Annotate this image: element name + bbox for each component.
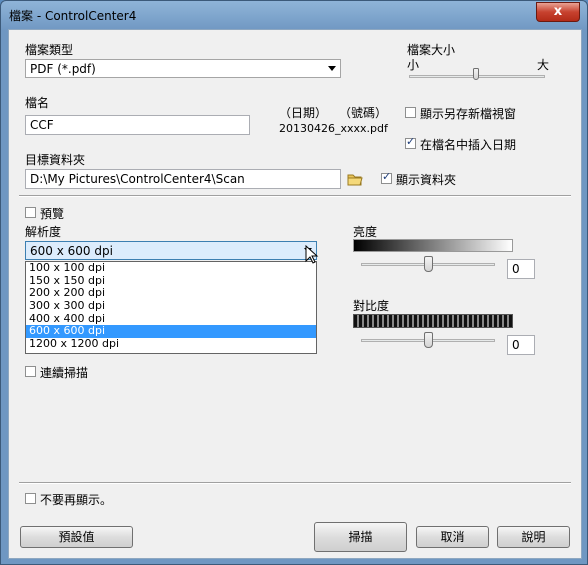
dest-folder-input[interactable]: D:\My Pictures\ControlCenter4\Scan <box>25 169 341 189</box>
continuous-scan-checkbox[interactable] <box>25 366 36 377</box>
continuous-scan-label: 連續掃描 <box>40 366 89 380</box>
dont-show-again-checkbox[interactable] <box>25 493 36 504</box>
show-folder-label: 顯示資料夾 <box>396 173 457 187</box>
file-size-slider-thumb[interactable] <box>473 68 479 80</box>
mouse-cursor-icon <box>305 245 319 264</box>
cancel-button[interactable]: 取消 <box>416 526 489 548</box>
dialog-body: 檔案類型 PDF (*.pdf) 檔案大小 小 大 檔名 CCF （日期） （號… <box>8 29 582 559</box>
brightness-value: 0 <box>512 262 520 276</box>
preview-checkbox[interactable] <box>25 207 36 218</box>
window-title: 檔案 - ControlCenter4 <box>9 9 137 23</box>
contrast-slider-thumb[interactable] <box>424 332 433 348</box>
separator <box>19 195 571 197</box>
resolution-option[interactable]: 100 x 100 dpi <box>26 261 316 275</box>
file-type-value: PDF (*.pdf) <box>30 62 96 76</box>
folder-icon[interactable] <box>347 172 363 186</box>
file-size-large-label: 大 <box>537 58 550 72</box>
resolution-option[interactable]: 300 x 300 dpi <box>26 299 316 313</box>
chevron-down-icon <box>328 66 336 71</box>
dest-folder-value: D:\My Pictures\ControlCenter4\Scan <box>30 172 245 186</box>
insert-date-checkbox[interactable] <box>405 135 416 149</box>
number-hint: （號碼） <box>339 106 388 120</box>
resolution-dropdown-list[interactable]: 100 x 100 dpi 150 x 150 dpi 200 x 200 dp… <box>25 261 317 354</box>
show-save-as-checkbox[interactable] <box>405 107 416 118</box>
preview-label: 預覽 <box>40 207 65 221</box>
resolution-value: 600 x 600 dpi <box>30 244 113 258</box>
file-name-input[interactable]: CCF <box>25 115 250 135</box>
brightness-value-input[interactable]: 0 <box>507 259 535 279</box>
close-button[interactable]: x <box>536 2 580 22</box>
separator <box>19 482 571 484</box>
file-type-select[interactable]: PDF (*.pdf) <box>25 59 341 78</box>
contrast-pattern <box>353 314 513 328</box>
dest-folder-label: 目標資料夾 <box>25 153 86 167</box>
file-name-example: 20130426_xxxx.pdf <box>279 122 388 135</box>
help-button[interactable]: 說明 <box>497 526 570 548</box>
brightness-gradient <box>353 239 513 252</box>
contrast-value: 0 <box>512 338 520 352</box>
file-name-label: 檔名 <box>25 96 50 110</box>
scan-button[interactable]: 掃描 <box>314 522 407 552</box>
brightness-label: 亮度 <box>353 225 378 239</box>
title-bar[interactable]: 檔案 - ControlCenter4 x <box>1 1 587 29</box>
show-folder-checkbox[interactable] <box>381 170 392 184</box>
date-hint: （日期） <box>279 106 328 120</box>
resolution-option[interactable]: 1200 x 1200 dpi <box>26 337 316 351</box>
show-save-as-label: 顯示另存新檔視窗 <box>420 107 517 121</box>
resolution-select[interactable]: 600 x 600 dpi <box>25 241 317 260</box>
file-type-label: 檔案類型 <box>25 43 74 57</box>
brightness-slider-thumb[interactable] <box>424 256 433 272</box>
insert-date-label: 在檔名中插入日期 <box>420 138 517 152</box>
dont-show-again-label: 不要再顯示。 <box>40 493 113 507</box>
file-size-small-label: 小 <box>407 58 420 72</box>
contrast-value-input[interactable]: 0 <box>507 335 535 355</box>
resolution-label: 解析度 <box>25 225 62 239</box>
file-name-value: CCF <box>30 118 54 132</box>
default-button[interactable]: 預設值 <box>20 526 133 548</box>
contrast-label: 對比度 <box>353 299 390 313</box>
dialog-window: 檔案 - ControlCenter4 x 檔案類型 PDF (*.pdf) 檔… <box>0 0 588 565</box>
close-icon: x <box>553 4 563 19</box>
